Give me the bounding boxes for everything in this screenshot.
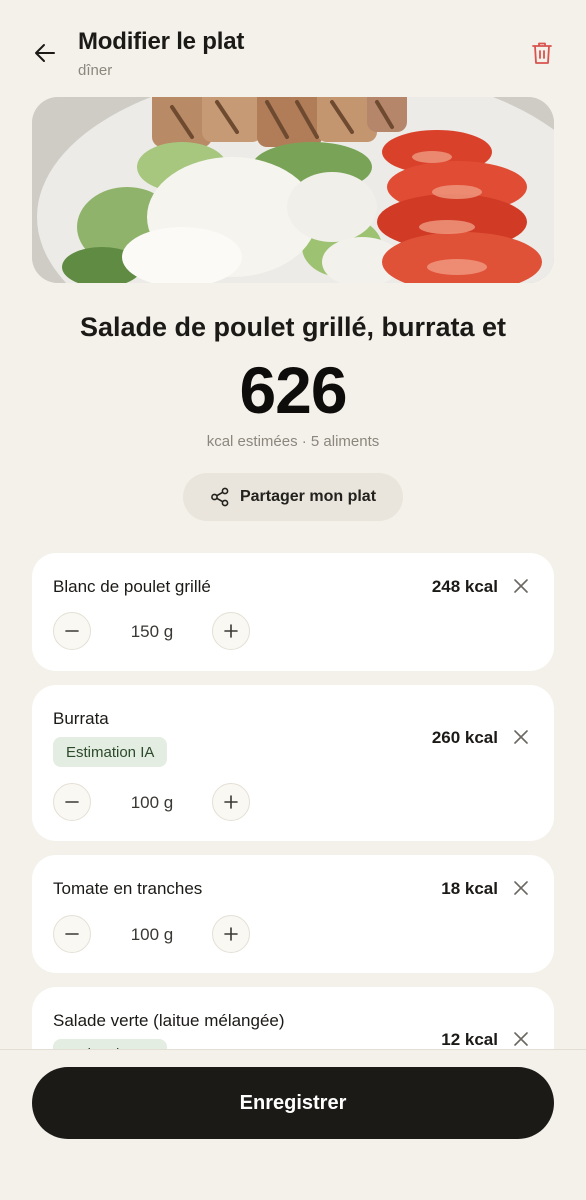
food-kcal: 260 kcal [431,728,498,747]
food-name: Tomate en tranches [53,879,203,898]
meal-name: Salade de poulet grillé, burrata et [79,312,507,342]
food-card: Blanc de poulet grillé 248 kcal 150 g [32,553,554,671]
ai-estimate-badge: Estimation IA [53,737,168,767]
delete-button[interactable] [528,38,556,68]
food-name: Burrata [53,709,109,728]
quantity-value: 100 g [130,793,174,812]
food-name: Blanc de poulet grillé [53,577,211,596]
close-icon [514,1032,528,1046]
food-name: Salade verte (laitue mélangée) [53,1011,285,1030]
remove-food-button[interactable] [510,726,532,748]
food-card: Tomate en tranches 18 kcal 100 g [32,855,554,973]
meal-photo [32,97,554,283]
trash-icon [532,42,552,64]
quantity-value: 150 g [130,622,174,641]
close-icon [514,730,528,744]
remove-food-button[interactable] [510,575,532,597]
share-button[interactable]: Partager mon plat [183,473,403,521]
share-label: Partager mon plat [239,488,377,505]
remove-food-button[interactable] [510,1028,532,1050]
plus-icon [224,927,238,941]
increase-quantity-button[interactable] [212,915,250,953]
food-kcal: 12 kcal [441,1030,498,1049]
remove-food-button[interactable] [510,877,532,899]
header: Modifier le plat dîner [0,0,586,90]
meal-type-label: dîner [78,62,113,79]
increase-quantity-button[interactable] [212,612,250,650]
share-icon [211,487,229,507]
food-kcal: 18 kcal [441,879,498,898]
minus-icon [65,630,79,632]
decrease-quantity-button[interactable] [53,783,91,821]
save-button[interactable]: Enregistrer [32,1067,554,1139]
food-kcal: 248 kcal [431,577,498,596]
increase-quantity-button[interactable] [212,783,250,821]
title-block: Modifier le plat dîner [78,28,244,79]
decrease-quantity-button[interactable] [53,915,91,953]
page-title: Modifier le plat [78,28,245,55]
minus-icon [65,933,79,935]
close-icon [514,881,528,895]
decrease-quantity-button[interactable] [53,612,91,650]
total-kcal: 626 [239,353,347,427]
food-card: Burrata Estimation IA 260 kcal 100 g [32,685,554,841]
arrow-left-icon [35,44,55,62]
plus-icon [224,795,238,809]
close-icon [514,579,528,593]
plus-icon [224,624,238,638]
back-button[interactable] [30,38,60,68]
bottom-bar: Enregistrer [0,1049,586,1200]
quantity-value: 100 g [130,925,174,944]
kcal-meta: kcal estimées · 5 aliments [206,433,380,450]
minus-icon [65,801,79,803]
